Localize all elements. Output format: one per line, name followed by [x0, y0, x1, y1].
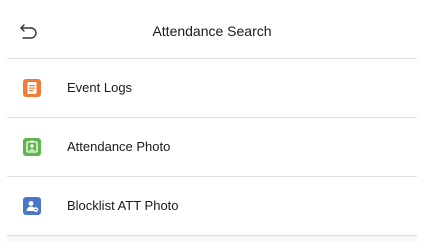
menu-item-label: Event Logs — [67, 80, 133, 95]
menu-item-event-logs[interactable]: Event Logs — [7, 59, 417, 118]
document-icon — [23, 79, 41, 97]
menu-item-label: Blocklist ATT Photo — [67, 198, 179, 213]
photo-id-icon — [23, 138, 41, 156]
page-title: Attendance Search — [152, 23, 272, 39]
menu-item-attendance-photo[interactable]: Attendance Photo — [7, 118, 417, 177]
attendance-search-screen: Attendance Search Event Logs Attendance … — [7, 4, 417, 242]
menu-item-label: Attendance Photo — [67, 139, 171, 154]
menu-item-blocklist-att-photo[interactable]: Blocklist ATT Photo — [7, 177, 417, 236]
header-bar: Attendance Search — [7, 4, 417, 59]
blocked-user-icon — [23, 197, 41, 215]
